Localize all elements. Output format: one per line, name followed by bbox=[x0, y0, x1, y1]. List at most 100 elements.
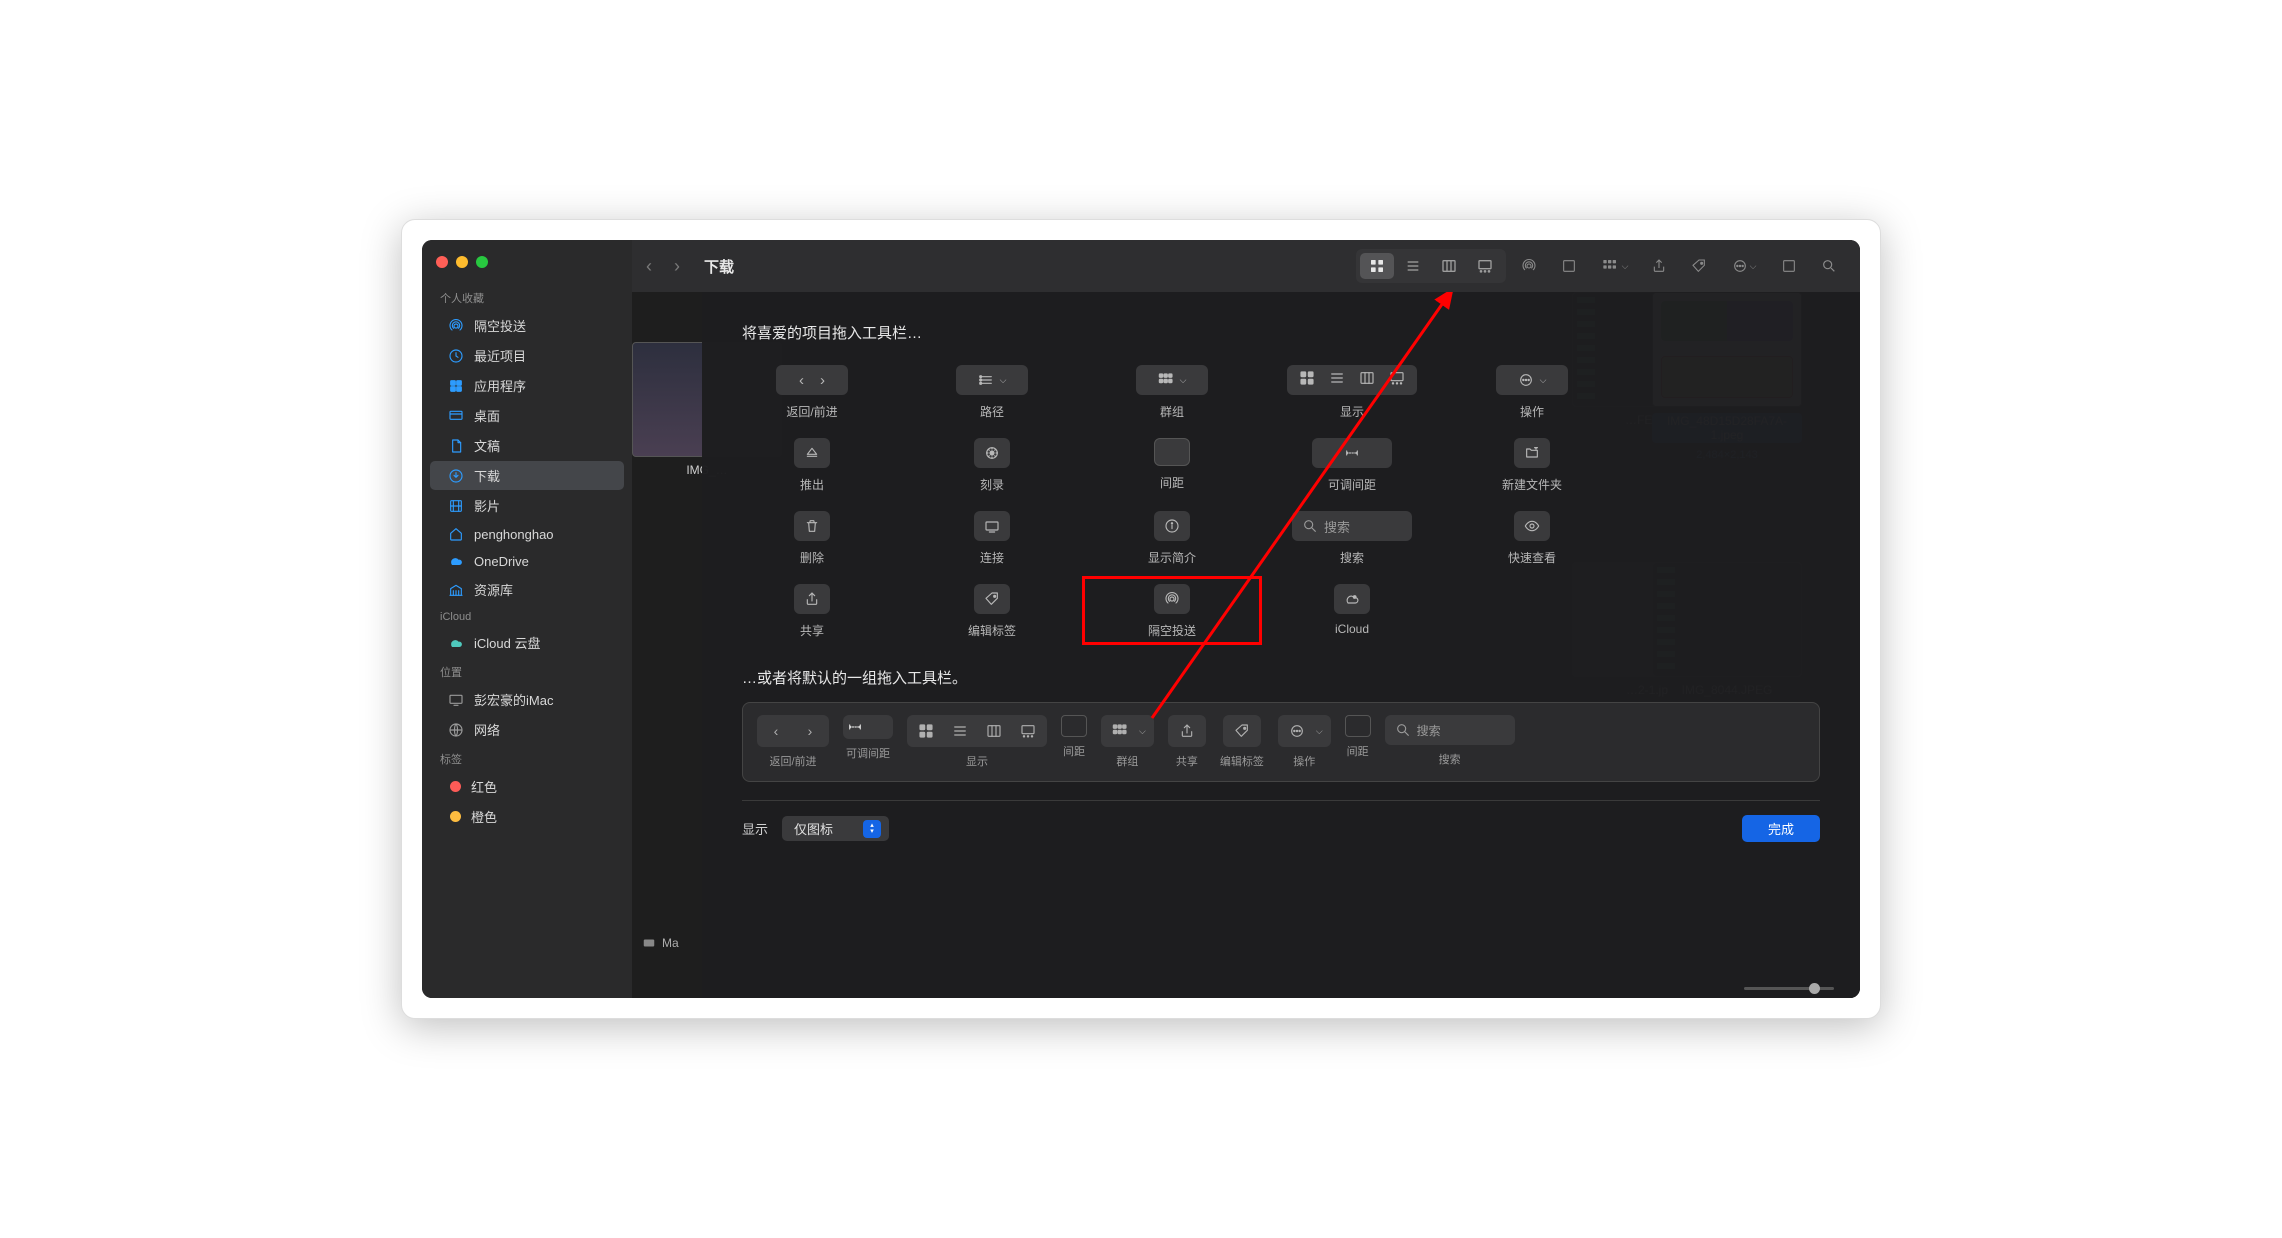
sidebar-item-download[interactable]: 下载 bbox=[430, 461, 624, 490]
back-button[interactable]: ‹ bbox=[646, 256, 652, 277]
connect-button[interactable] bbox=[974, 511, 1010, 541]
trash-button[interactable] bbox=[794, 511, 830, 541]
default-item-tag[interactable]: 编辑标签 bbox=[1220, 715, 1264, 769]
palette-label: 搜索 bbox=[1340, 549, 1364, 566]
group-toolbar-button[interactable]: ⌵ bbox=[1592, 252, 1636, 280]
palette-grid: ‹›返回/前进 ⌵路径 ⌵群组显示 ⌵操作推出刻录间距 可调间距新建文件夹删除连接… bbox=[742, 365, 1820, 639]
sidebar-section-title: 位置 bbox=[422, 658, 632, 684]
show-mode-dropdown[interactable]: 仅图标 ▴▾ bbox=[782, 816, 889, 841]
palette-label: 显示 bbox=[1340, 403, 1364, 420]
share-toolbar-button[interactable] bbox=[1642, 252, 1676, 280]
airdrop-icon bbox=[448, 318, 464, 334]
palette-cell-space[interactable]: 间距 bbox=[1102, 438, 1242, 493]
view-group-button[interactable] bbox=[1287, 365, 1417, 395]
eject-button[interactable] bbox=[794, 438, 830, 468]
list-view-button[interactable] bbox=[1396, 253, 1430, 279]
traffic-lights bbox=[422, 250, 632, 284]
palette-cell-flex-space[interactable]: 可调间距 bbox=[1282, 438, 1422, 493]
palette-cell-group[interactable]: ⌵群组 bbox=[1102, 365, 1242, 420]
palette-cell-icloud[interactable]: iCloud bbox=[1282, 584, 1422, 639]
default-item-view-group[interactable]: 显示 bbox=[907, 715, 1047, 769]
sidebar-item-cloud[interactable]: OneDrive bbox=[430, 548, 624, 574]
palette-cell-eject[interactable]: 推出 bbox=[742, 438, 882, 493]
done-button[interactable]: 完成 bbox=[1742, 815, 1820, 842]
drive-icon bbox=[642, 936, 656, 950]
sidebar-item-airdrop[interactable]: 隔空投送 bbox=[430, 311, 624, 340]
palette-cell-burn[interactable]: 刻录 bbox=[922, 438, 1062, 493]
share-button[interactable] bbox=[794, 584, 830, 614]
new-folder-button[interactable] bbox=[1514, 438, 1550, 468]
palette-cell-new-folder[interactable]: 新建文件夹 bbox=[1462, 438, 1602, 493]
main-area: ‹ › 下载 bbox=[632, 240, 1860, 998]
default-item-label: 显示 bbox=[966, 753, 988, 769]
palette-cell-search-field[interactable]: 搜索搜索 bbox=[1282, 511, 1422, 566]
sidebar-item-tag[interactable]: 红色 bbox=[430, 772, 624, 801]
action-toolbar-button[interactable]: ⌵ bbox=[1722, 252, 1766, 280]
sidebar-item-desktop[interactable]: 桌面 bbox=[430, 401, 624, 430]
path-bar[interactable]: Ma bbox=[642, 936, 679, 950]
palette-cell-trash[interactable]: 删除 bbox=[742, 511, 882, 566]
sidebar-item-globe[interactable]: 网络 bbox=[430, 715, 624, 744]
palette-cell-path[interactable]: ⌵路径 bbox=[922, 365, 1062, 420]
info-button[interactable] bbox=[1154, 511, 1190, 541]
sidebar-item-tag[interactable]: 橙色 bbox=[430, 802, 624, 831]
palette-label: 间距 bbox=[1160, 474, 1184, 491]
tag-button[interactable] bbox=[974, 584, 1010, 614]
nav-pair-button[interactable]: ‹› bbox=[776, 365, 848, 395]
burn-button[interactable] bbox=[974, 438, 1010, 468]
default-item-nav-pair[interactable]: ‹›返回/前进 bbox=[757, 715, 829, 769]
space-item[interactable] bbox=[1154, 438, 1190, 466]
group-button[interactable]: ⌵ bbox=[1136, 365, 1208, 395]
sidebar-item-home[interactable]: penghonghao bbox=[430, 521, 624, 547]
sidebar-item-label: iCloud 云盘 bbox=[474, 633, 540, 652]
flex-space-item[interactable] bbox=[1312, 438, 1392, 468]
close-window-button[interactable] bbox=[436, 256, 448, 268]
sidebar-item-label: 文稿 bbox=[474, 436, 500, 455]
palette-cell-nav-pair[interactable]: ‹›返回/前进 bbox=[742, 365, 882, 420]
palette-cell-view-group[interactable]: 显示 bbox=[1282, 365, 1422, 420]
palette-cell-info[interactable]: 显示简介 bbox=[1102, 511, 1242, 566]
window-title: 下载 bbox=[704, 256, 734, 277]
palette-cell-connect[interactable]: 连接 bbox=[922, 511, 1062, 566]
default-item-search-field[interactable]: 搜索搜索 bbox=[1385, 715, 1515, 767]
action-button[interactable]: ⌵ bbox=[1496, 365, 1568, 395]
sidebar-item-apps[interactable]: 应用程序 bbox=[430, 371, 624, 400]
icloud-button[interactable] bbox=[1334, 584, 1370, 614]
palette-cell-quicklook[interactable]: 快速查看 bbox=[1462, 511, 1602, 566]
sidebar-item-library[interactable]: 资源库 bbox=[430, 575, 624, 604]
default-item-action[interactable]: ⌵操作 bbox=[1278, 715, 1331, 769]
gallery-view-button[interactable] bbox=[1468, 253, 1502, 279]
sidebar-item-cloud[interactable]: iCloud 云盘 bbox=[430, 628, 624, 657]
minimize-window-button[interactable] bbox=[456, 256, 468, 268]
airdrop-toolbar-icon[interactable] bbox=[1512, 252, 1546, 280]
palette-label: 连接 bbox=[980, 549, 1004, 566]
palette-cell-share[interactable]: 共享 bbox=[742, 584, 882, 639]
quicklook-button[interactable] bbox=[1514, 511, 1550, 541]
palette-cell-tag[interactable]: 编辑标签 bbox=[922, 584, 1062, 639]
default-item-share[interactable]: 共享 bbox=[1168, 715, 1206, 769]
film-icon bbox=[448, 498, 464, 514]
palette-cell-action[interactable]: ⌵操作 bbox=[1462, 365, 1602, 420]
default-item-flex-space[interactable]: 可调间距 bbox=[843, 715, 893, 761]
sidebar-item-doc[interactable]: 文稿 bbox=[430, 431, 624, 460]
airdrop-button[interactable] bbox=[1154, 584, 1190, 614]
sidebar-item-film[interactable]: 影片 bbox=[430, 491, 624, 520]
palette-cell-airdrop[interactable]: 隔空投送 bbox=[1102, 584, 1242, 639]
search-toolbar-button[interactable] bbox=[1812, 252, 1846, 280]
path-button[interactable]: ⌵ bbox=[956, 365, 1028, 395]
maximize-window-button[interactable] bbox=[476, 256, 488, 268]
search-field-item[interactable]: 搜索 bbox=[1292, 511, 1412, 541]
sidebar-item-label: 彭宏豪的iMac bbox=[474, 690, 553, 709]
default-item-space[interactable]: 间距 bbox=[1061, 715, 1087, 759]
sidebar-item-label: 红色 bbox=[471, 777, 497, 796]
default-toolbar-set[interactable]: ‹›返回/前进可调间距显示间距⌵群组共享编辑标签⌵操作间距搜索搜索 bbox=[742, 702, 1820, 782]
icon-view-button[interactable] bbox=[1360, 253, 1394, 279]
sidebar-item-display[interactable]: 彭宏豪的iMac bbox=[430, 685, 624, 714]
forward-button[interactable]: › bbox=[674, 256, 680, 277]
sidebar-item-clock[interactable]: 最近项目 bbox=[430, 341, 624, 370]
column-view-button[interactable] bbox=[1432, 253, 1466, 279]
default-item-space[interactable]: 间距 bbox=[1345, 715, 1371, 759]
tag-toolbar-button[interactable] bbox=[1682, 252, 1716, 280]
zoom-slider[interactable] bbox=[1744, 987, 1834, 990]
default-item-group[interactable]: ⌵群组 bbox=[1101, 715, 1154, 769]
